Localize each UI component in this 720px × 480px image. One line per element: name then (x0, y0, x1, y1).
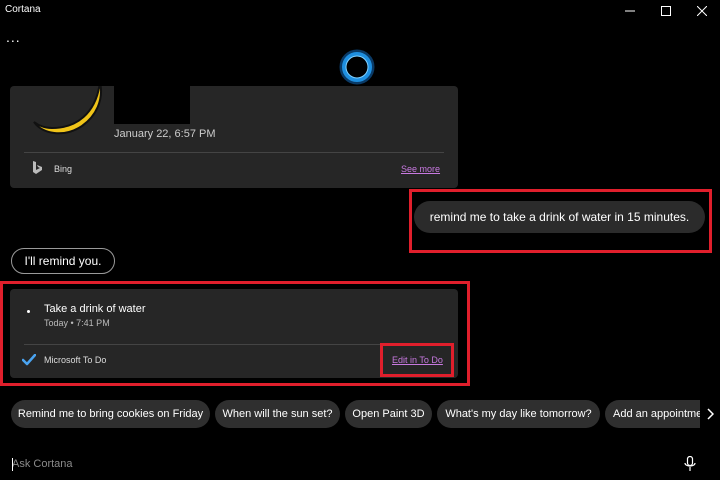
bing-icon (33, 161, 42, 174)
redacted-area (114, 86, 190, 124)
cortana-ring-icon (339, 49, 375, 85)
todo-app-label: Microsoft To Do (44, 355, 107, 365)
maximize-icon (661, 6, 671, 16)
minimize-button[interactable] (612, 0, 648, 22)
scroll-suggestions-right-button[interactable] (700, 400, 720, 428)
bing-source-label: Bing (54, 164, 73, 174)
minimize-icon (625, 10, 635, 12)
ask-cortana-input[interactable] (12, 452, 652, 476)
close-button[interactable] (684, 0, 720, 22)
suggestion-chip[interactable]: When will the sun set? (215, 400, 340, 428)
suggestion-chip[interactable]: Remind me to bring cookies on Friday (11, 400, 210, 428)
cortana-reply-bubble: I'll remind you. (11, 248, 115, 274)
checkmark-icon (22, 354, 36, 366)
reminder-time: Today • 7:41 PM (44, 318, 110, 328)
weather-date: January 22, 6:57 PM (114, 128, 216, 140)
suggestion-chips: Remind me to bring cookies on Friday Whe… (0, 400, 720, 430)
reminder-title: Take a drink of water (44, 303, 146, 315)
edit-in-todo-link[interactable]: Edit in To Do (392, 355, 443, 365)
chevron-right-icon (706, 408, 714, 420)
see-more-link[interactable]: See more (401, 164, 440, 174)
suggestion-chip[interactable]: What's my day like tomorrow? (437, 400, 600, 428)
microphone-icon[interactable] (684, 456, 696, 472)
text-caret (12, 458, 13, 471)
suggestion-chip[interactable]: Open Paint 3D (345, 400, 432, 428)
weather-card: January 22, 6:57 PM Bing See more (10, 86, 458, 188)
user-message-bubble: remind me to take a drink of water in 15… (414, 201, 705, 233)
bullet-icon (27, 310, 30, 313)
title-bar: Cortana (0, 0, 720, 22)
maximize-button[interactable] (648, 0, 684, 22)
close-icon (697, 6, 707, 16)
more-options-button[interactable]: ... (6, 30, 21, 44)
moon-icon (33, 86, 102, 135)
window-title: Cortana (5, 4, 41, 15)
card-divider (24, 152, 444, 153)
